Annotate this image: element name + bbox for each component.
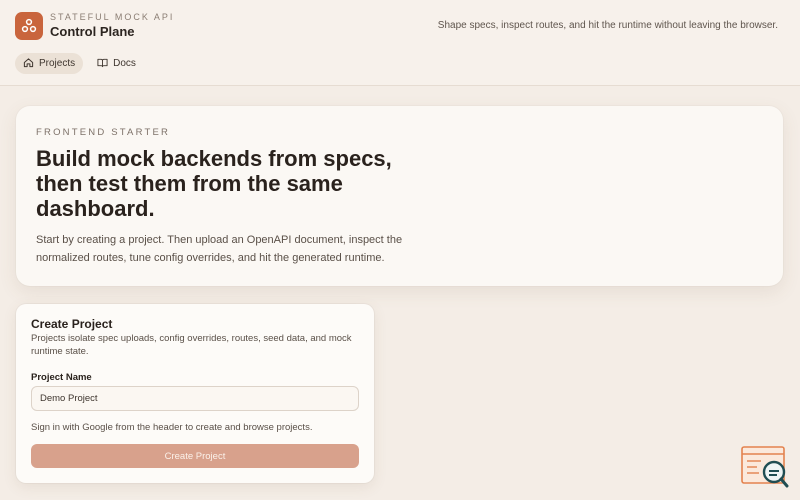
hero-description: Start by creating a project. Then upload… bbox=[36, 234, 403, 264]
main-nav: Projects Docs bbox=[15, 53, 144, 74]
app-header: STATEFUL MOCK API Control Plane Shape sp… bbox=[0, 0, 800, 86]
create-project-card: Create Project Projects isolate spec upl… bbox=[16, 304, 374, 483]
hero-title: Build mock backends from specs, then tes… bbox=[36, 146, 392, 221]
search-log-icon[interactable] bbox=[741, 446, 789, 490]
nav-item-docs[interactable]: Docs bbox=[89, 53, 144, 74]
hero-card: FRONTEND STARTER Build mock backends fro… bbox=[16, 106, 783, 286]
nav-item-label: Docs bbox=[113, 58, 136, 69]
project-name-input[interactable] bbox=[31, 386, 359, 411]
project-name-label: Project Name bbox=[31, 372, 92, 383]
signin-note: Sign in with Google from the header to c… bbox=[31, 422, 313, 433]
book-icon bbox=[97, 57, 108, 71]
create-project-button[interactable]: Create Project bbox=[31, 444, 359, 468]
brand-title[interactable]: Control Plane bbox=[50, 24, 135, 39]
hero-kicker: FRONTEND STARTER bbox=[36, 127, 171, 138]
card-title: Create Project bbox=[31, 317, 113, 331]
card-description: Projects isolate spec uploads, config ov… bbox=[31, 333, 352, 357]
header-tagline: Shape specs, inspect routes, and hit the… bbox=[437, 20, 778, 31]
brand-kicker: STATEFUL MOCK API bbox=[50, 12, 175, 22]
nav-item-label: Projects bbox=[39, 58, 76, 69]
nav-item-projects[interactable]: Projects bbox=[15, 53, 84, 74]
network-nodes-icon[interactable] bbox=[15, 12, 43, 40]
home-icon bbox=[23, 57, 34, 71]
